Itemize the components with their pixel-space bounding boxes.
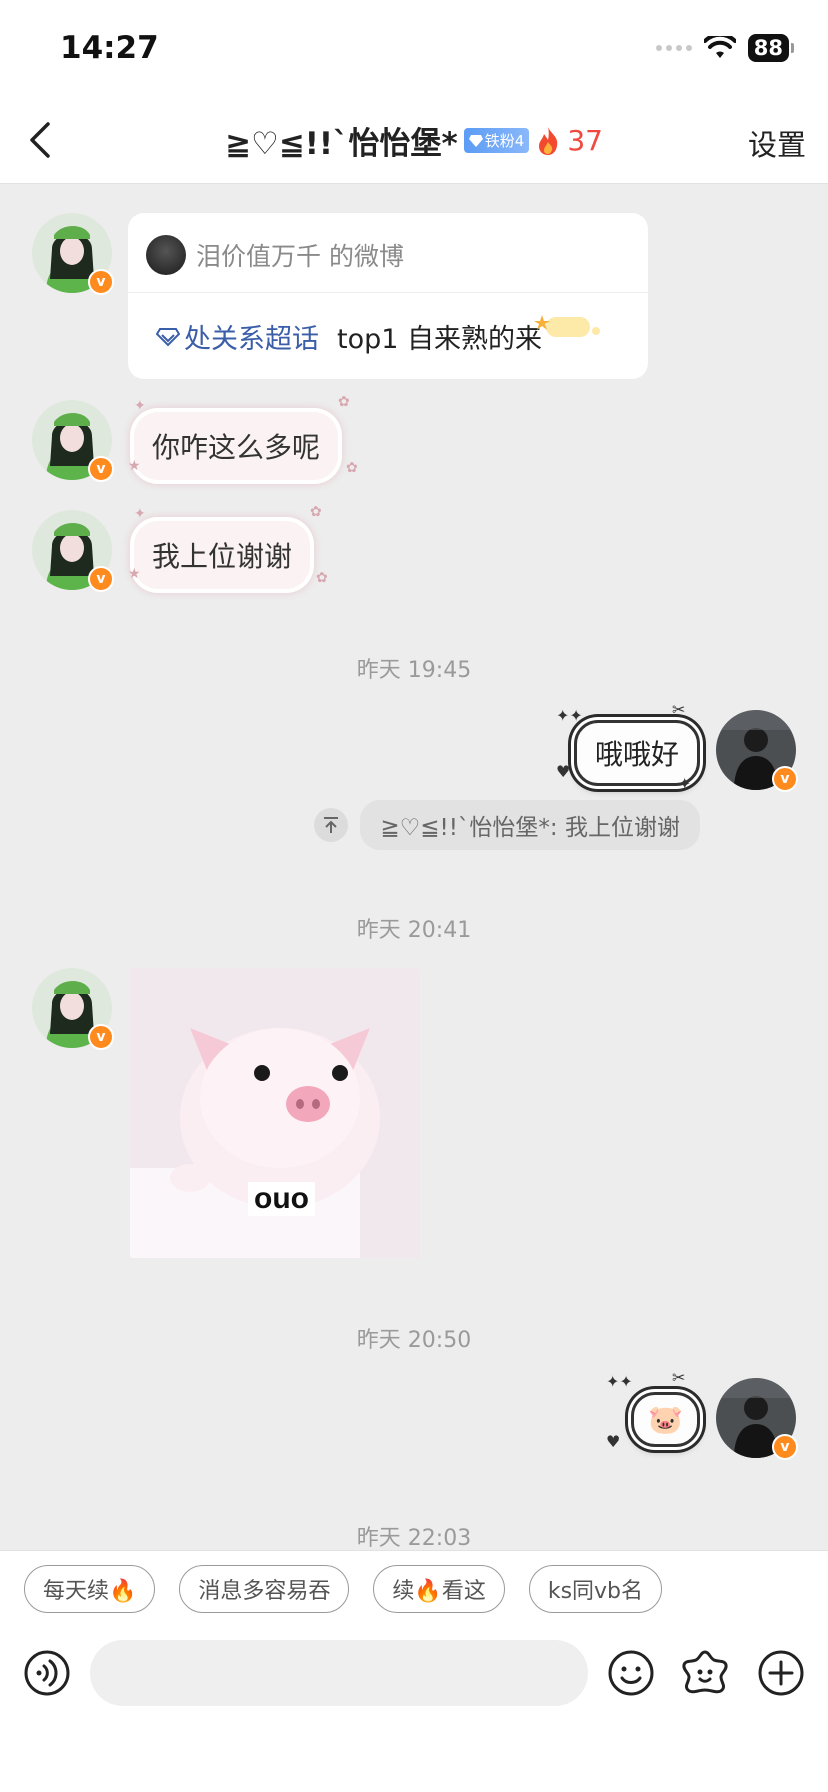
battery-icon: 88	[747, 34, 794, 62]
avatar[interactable]: v	[32, 213, 114, 295]
fan-level-badge: 铁粉4	[463, 128, 530, 153]
quick-reply-chips: 每天续🔥 消息多容易吞 续🔥看这 ks同vb名	[24, 1565, 663, 1613]
sparkle-icon: ✦	[134, 506, 146, 522]
diamond-icon	[468, 134, 483, 147]
quick-reply-chip[interactable]: 消息多容易吞	[179, 1565, 350, 1613]
message-emoji: 🐷	[648, 1403, 683, 1436]
star-icon: ★	[128, 458, 141, 474]
heart-icon: ♥	[606, 1432, 621, 1451]
sticker-icon	[682, 1650, 728, 1694]
share-author-avatar	[146, 235, 186, 275]
share-card-author: 泪价值万千 的微博	[146, 235, 404, 275]
quick-reply-chip[interactable]: 每天续🔥	[24, 1565, 156, 1613]
input-bar	[0, 1640, 828, 1792]
status-bar: 14:27 88	[0, 0, 828, 96]
fire-icon	[539, 126, 558, 155]
verified-badge-icon: v	[772, 1434, 798, 1460]
verified-badge-icon: v	[88, 566, 114, 592]
share-card-divider	[128, 292, 648, 293]
bow-icon: ✂	[672, 1368, 686, 1387]
pig-sticker-image[interactable]: ouo	[130, 968, 420, 1258]
bow-icon: ✿	[316, 570, 328, 586]
my-avatar[interactable]: v	[716, 1378, 798, 1460]
verified-badge-icon: v	[88, 269, 114, 295]
message-text: 我上位谢谢	[152, 540, 293, 573]
chat-title-group: ≧♡≦!!`怡怡堡* 铁粉4 37	[0, 118, 828, 163]
image-caption: ouo	[248, 1182, 315, 1216]
share-card-topic-row: 处关系超话 top1 自来熟的来	[156, 317, 542, 356]
avatar[interactable]: v	[32, 510, 114, 592]
sticker-button[interactable]	[680, 1648, 730, 1698]
plus-icon	[758, 1650, 804, 1696]
sparkle-icon: ✦	[678, 774, 692, 793]
verified-badge-icon: v	[88, 456, 114, 482]
page-title: ≧♡≦!!`怡怡堡*	[225, 126, 458, 162]
avatar[interactable]: v	[32, 968, 114, 1050]
quote-text: ≧♡≦!!`怡怡堡*: 我上位谢谢	[360, 800, 700, 850]
share-card-text: top1 自来熟的来	[337, 324, 543, 355]
emoji-button[interactable]	[606, 1648, 656, 1698]
more-button[interactable]	[756, 1648, 806, 1698]
signal-icon	[655, 45, 692, 51]
nav-bar: ≧♡≦!!`怡怡堡* 铁粉4 37 设置	[0, 96, 828, 184]
message-text: 哦哦好	[594, 738, 679, 771]
quick-reply-chip[interactable]: 续🔥看这	[373, 1565, 505, 1613]
status-icons: 88	[655, 34, 794, 62]
message-text: 你咋这么多呢	[152, 431, 321, 464]
share-card[interactable]: 泪价值万千 的微博 处关系超话 top1 自来熟的来	[128, 213, 648, 379]
quick-reply-chip[interactable]: ks同vb名	[528, 1565, 663, 1613]
voice-icon	[24, 1650, 70, 1696]
sparkle-icon: ✦✦	[606, 1372, 633, 1391]
verified-badge-icon: v	[772, 766, 798, 792]
timestamp: 昨天 20:50	[356, 1328, 472, 1353]
timestamp: 昨天 19:45	[356, 658, 472, 683]
voice-button[interactable]	[22, 1648, 72, 1698]
share-author-text: 泪价值万千 的微博	[196, 242, 404, 271]
fan-badge-label: 铁粉4	[484, 132, 525, 150]
battery-level: 88	[747, 34, 789, 62]
my-avatar[interactable]: v	[716, 710, 798, 792]
fire-count: 37	[567, 124, 603, 157]
topic-sticker-icon	[534, 315, 600, 337]
bow-icon: ✿	[346, 460, 358, 476]
quoted-reply[interactable]: ≧♡≦!!`怡怡堡*: 我上位谢谢	[314, 800, 700, 850]
status-time: 14:27	[60, 30, 159, 66]
topic-link-label: 处关系超话	[184, 324, 319, 355]
my-message-bubble[interactable]: 🐷	[631, 1392, 700, 1447]
message-bubble[interactable]: 你咋这么多呢	[134, 412, 339, 480]
sparkle-icon: ✦	[134, 398, 146, 414]
bow-icon: ✂	[672, 700, 686, 719]
heart-icon: ♥	[556, 762, 571, 781]
timestamp: 昨天 22:03	[356, 1526, 472, 1551]
sparkle-icon: ✦✦	[556, 706, 583, 725]
avatar[interactable]: v	[32, 400, 114, 482]
quick-reply-bar: 每天续🔥 消息多容易吞 续🔥看这 ks同vb名	[0, 1550, 828, 1640]
topic-link[interactable]: 处关系超话	[156, 317, 319, 356]
wifi-icon	[703, 36, 736, 58]
timestamp: 昨天 20:41	[356, 918, 472, 943]
pin-top-icon	[314, 808, 349, 842]
verified-badge-icon: v	[88, 1024, 114, 1050]
message-input[interactable]	[90, 1640, 588, 1706]
message-bubble[interactable]: 我上位谢谢	[134, 521, 311, 589]
bow-icon: ✿	[338, 394, 350, 410]
star-icon: ★	[128, 566, 141, 582]
settings-button[interactable]: 设置	[748, 122, 806, 164]
smiley-icon	[608, 1650, 654, 1696]
bow-icon: ✿	[310, 504, 322, 520]
diamond-icon	[156, 327, 180, 346]
